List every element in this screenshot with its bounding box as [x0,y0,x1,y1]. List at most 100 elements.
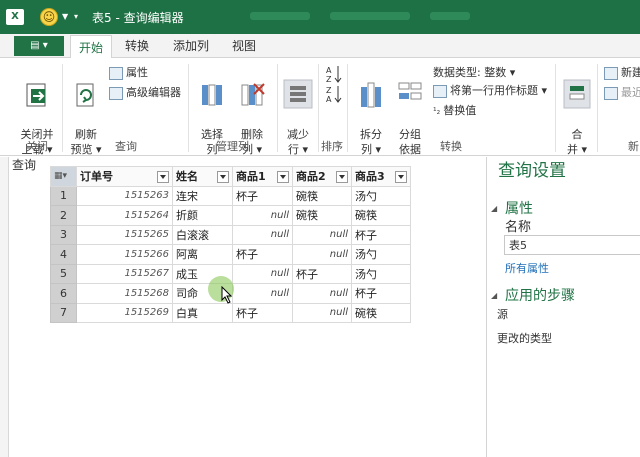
query-settings-title: 查询设置 [498,161,566,181]
table-cell[interactable]: 阿离 [172,244,233,265]
qat-customize-icon[interactable]: ▾ [74,12,78,21]
advanced-editor-button[interactable]: 高级编辑器 [109,84,181,100]
table-cell[interactable]: 碗筷 [351,302,411,323]
replace-values-button[interactable]: ¹₂ 替换值 [433,102,476,118]
table-cell[interactable]: null [292,244,352,265]
column-header-name[interactable]: 姓名 [172,166,233,187]
table-cell[interactable]: 1515263 [76,185,173,206]
choose-columns-icon [202,84,222,106]
column-header-label: 商品3 [355,170,385,184]
queries-pane-collapsed[interactable] [0,157,9,457]
tab-view[interactable]: 视图 [232,37,256,54]
column-filter-dropdown-icon[interactable] [336,171,348,184]
row-number[interactable]: 6 [50,283,77,304]
recent-sources-button[interactable]: 最近 [604,84,640,100]
table-cell[interactable]: 连宋 [172,185,233,206]
column-header-item1[interactable]: 商品1 [232,166,293,187]
row-number[interactable]: 5 [50,263,77,284]
column-filter-dropdown-icon[interactable] [395,171,407,184]
table-cell[interactable]: 1515265 [76,224,173,245]
split-column-label: 拆分 列 ▾ [360,128,382,156]
table-cell[interactable]: null [292,283,352,304]
column-header-item2[interactable]: 商品2 [292,166,352,187]
window-title: 表5 - 查询编辑器 [92,11,184,25]
applied-steps-heading: 应用的步骤 [505,288,575,304]
reduce-rows-button[interactable]: 减少 行 ▾ [281,64,315,157]
recent-sources-label: 最近 [621,86,640,99]
table-cell[interactable]: null [232,263,293,284]
table-row[interactable]: 1 1515263 连宋 杯子 碗筷 汤勺 [50,185,411,206]
table-cell[interactable]: 白滚滚 [172,224,233,245]
replace-values-icon: ¹₂ [433,107,441,117]
table-cell[interactable]: 汤勺 [351,263,411,284]
file-menu-button[interactable]: ▤ ▾ [14,36,64,56]
refresh-preview-button[interactable]: 刷新 预览 ▾ [67,66,105,157]
applied-step-item[interactable]: 源 [497,306,508,322]
table-cell[interactable]: 白真 [172,302,233,323]
use-first-row-as-headers-button[interactable]: 将第一行用作标题 ▾ [433,82,547,98]
table-corner-menu[interactable]: ▦▾ [50,166,77,187]
tab-transform[interactable]: 转换 [125,37,149,54]
table-cell[interactable]: 杯子 [351,224,411,245]
column-filter-dropdown-icon[interactable] [157,171,169,184]
collapse-triangle-icon[interactable]: ◢ [491,291,497,300]
svg-text:A: A [326,66,332,75]
table-cell[interactable]: 1515269 [76,302,173,323]
excel-icon[interactable]: X [6,9,24,25]
merge-button[interactable]: 合 并 ▾ [562,64,592,157]
table-cell[interactable]: 1515268 [76,283,173,304]
table-cell[interactable]: 杯子 [292,263,352,284]
table-row[interactable]: 2 1515264 折颜 null 碗筷 碗筷 [50,205,411,226]
sort-descending-button[interactable]: Z A [326,84,342,108]
tab-home[interactable]: 开始 [70,35,113,59]
all-properties-link[interactable]: 所有属性 [505,260,549,276]
row-number[interactable]: 1 [50,185,77,206]
table-cell[interactable]: null [292,302,352,323]
row-number[interactable]: 4 [50,244,77,265]
properties-button[interactable]: 属性 [109,64,148,80]
table-cell[interactable]: 杯子 [351,283,411,304]
row-number[interactable]: 3 [50,224,77,245]
table-cell[interactable]: 汤勺 [351,244,411,265]
table-cell[interactable]: 碗筷 [292,205,352,226]
table-cell[interactable]: null [292,224,352,245]
table-cell[interactable]: null [232,224,293,245]
group-new-label: 新 [628,140,639,153]
split-column-button[interactable]: 拆分 列 ▾ [354,64,388,157]
table-cell[interactable]: 折颜 [172,205,233,226]
group-by-button[interactable]: 分组 依据 [393,64,427,157]
queries-pane-label: 查询 [12,158,37,172]
table-cell[interactable]: 汤勺 [351,185,411,206]
data-type-dropdown[interactable]: 数据类型: 整数 ▾ [433,64,515,80]
table-cell[interactable]: 杯子 [232,244,293,265]
table-cell[interactable]: 1515266 [76,244,173,265]
chevron-down-icon[interactable]: ▼ [62,12,68,21]
tab-add-column[interactable]: 添加列 [173,37,209,54]
table-cell[interactable]: 1515267 [76,263,173,284]
column-header-item3[interactable]: 商品3 [351,166,411,187]
new-source-button[interactable]: 新建 [604,64,640,80]
table-cell[interactable]: 碗筷 [351,205,411,226]
column-header-order-id[interactable]: 订单号 [76,166,173,187]
name-label: 名称 [505,220,532,235]
column-filter-dropdown-icon[interactable] [217,171,229,184]
row-number[interactable]: 2 [50,205,77,226]
row-number[interactable]: 7 [50,302,77,323]
table-cell[interactable]: null [232,205,293,226]
query-name-input[interactable] [504,235,640,255]
table-cell[interactable]: 1515264 [76,205,173,226]
group-by-label: 分组 依据 [399,128,421,156]
applied-step-item[interactable]: 更改的类型 [497,330,552,346]
group-separator [188,64,189,152]
column-filter-dropdown-icon[interactable] [277,171,289,184]
table-cell[interactable]: null [232,283,293,304]
collapse-triangle-icon[interactable]: ◢ [491,204,497,213]
table-row[interactable]: 3 1515265 白滚滚 null null 杯子 [50,224,411,245]
table-row[interactable]: 7 1515269 白真 杯子 null 碗筷 [50,302,411,323]
table-row[interactable]: 4 1515266 阿离 杯子 null 汤勺 [50,244,411,265]
split-column-icon [361,82,381,108]
smiley-feedback-icon[interactable]: ☺ [40,8,58,26]
table-cell[interactable]: 杯子 [232,302,293,323]
table-cell[interactable]: 碗筷 [292,185,352,206]
table-cell[interactable]: 杯子 [232,185,293,206]
